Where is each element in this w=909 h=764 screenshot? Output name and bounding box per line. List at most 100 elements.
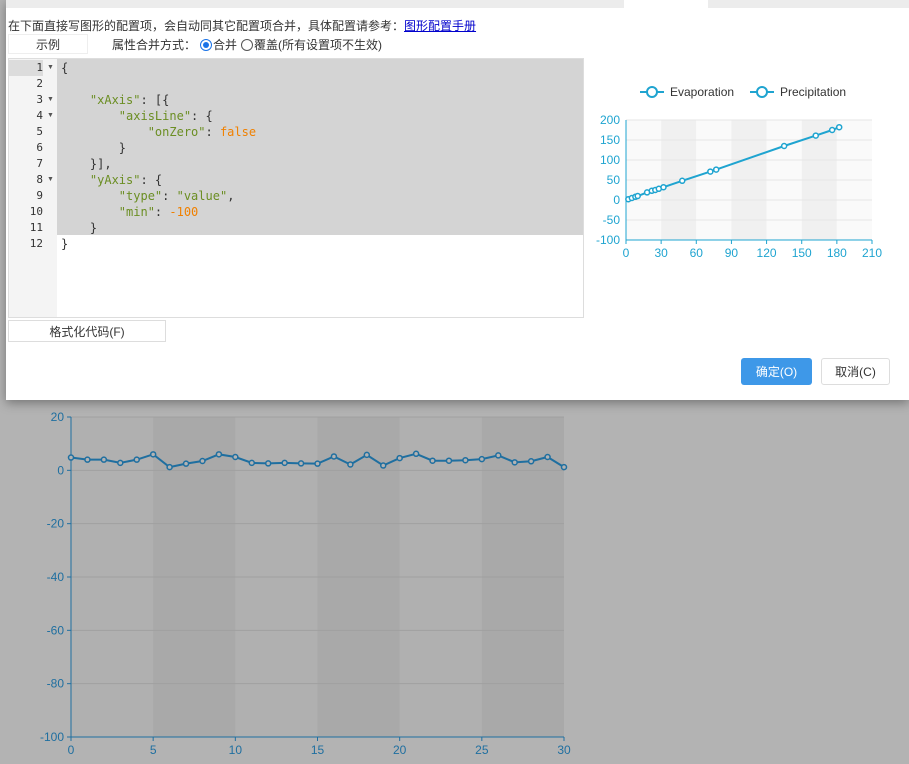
data-point bbox=[149, 451, 157, 458]
data-point bbox=[511, 459, 518, 466]
code-token: -100 bbox=[169, 205, 199, 219]
code-token: : { bbox=[140, 173, 163, 187]
data-point bbox=[445, 457, 453, 464]
data-point bbox=[544, 453, 551, 461]
x-tick-label: 0 bbox=[623, 246, 630, 260]
x-tick-label: 30 bbox=[557, 743, 571, 757]
chart-config-dialog: 在下面直接写图形的配置项，会自动同其它配置项合并，具体配置请参考：图形配置手册 … bbox=[6, 0, 909, 400]
override-radio-label[interactable]: 覆盖(所有设置项不生效) bbox=[254, 36, 382, 53]
x-tick-label: 20 bbox=[393, 743, 407, 757]
x-tick-label: 150 bbox=[792, 246, 812, 260]
merge-mode-row: 属性合并方式： 合并 覆盖(所有设置项不生效) bbox=[112, 36, 382, 53]
merge-radio[interactable] bbox=[200, 38, 213, 51]
manual-link[interactable]: 图形配置手册 bbox=[404, 19, 476, 33]
line-number: 12 bbox=[29, 237, 43, 250]
line-number: 8 bbox=[36, 173, 43, 186]
legend-label: Evaporation bbox=[670, 85, 734, 99]
line-number: 11 bbox=[29, 221, 43, 234]
fold-arrow-icon[interactable]: ▼ bbox=[47, 108, 54, 124]
line-number: 7 bbox=[36, 157, 43, 170]
x-tick-label: 30 bbox=[654, 246, 668, 260]
y-tick-label: -100 bbox=[40, 730, 64, 744]
cancel-button[interactable]: 取消(C) bbox=[821, 358, 890, 385]
y-tick-label: 100 bbox=[600, 153, 620, 167]
line-number: 1 bbox=[9, 60, 43, 76]
legend-marker bbox=[646, 86, 658, 98]
code-token: false bbox=[219, 125, 257, 139]
background-line-chart: 20 0 -20 -40 -60 -80 -100 0 5 10 15 20 25 30 bbox=[40, 410, 571, 757]
ok-button[interactable]: 确定(O) bbox=[741, 358, 812, 385]
x-tick-label: 60 bbox=[690, 246, 704, 260]
data-point bbox=[281, 459, 288, 467]
code-token: "value" bbox=[176, 189, 228, 203]
data-point bbox=[297, 460, 305, 467]
data-point bbox=[634, 192, 641, 200]
code-line: } bbox=[61, 220, 97, 236]
x-tick-label: 0 bbox=[68, 743, 75, 757]
data-point bbox=[133, 456, 140, 463]
x-tick-label: 25 bbox=[475, 743, 489, 757]
code-token: : bbox=[162, 189, 177, 203]
code-line: } bbox=[61, 140, 126, 156]
y-tick-label: 20 bbox=[51, 410, 65, 424]
y-tick-label: -40 bbox=[47, 570, 65, 584]
data-point bbox=[396, 454, 403, 462]
data-point bbox=[707, 168, 714, 175]
code-token: , bbox=[227, 189, 235, 203]
data-point bbox=[248, 459, 256, 467]
fold-arrow-icon[interactable]: ▼ bbox=[47, 60, 54, 76]
data-point bbox=[812, 132, 820, 139]
x-tick-label: 120 bbox=[757, 246, 777, 260]
dialog-header-strip bbox=[6, 0, 624, 8]
y-tick-label: -100 bbox=[596, 233, 620, 247]
y-tick-label: 200 bbox=[600, 113, 620, 127]
code-token: { bbox=[61, 61, 69, 75]
merge-radio-label[interactable]: 合并 bbox=[213, 36, 237, 53]
instruction-label: 在下面直接写图形的配置项，会自动同其它配置项合并，具体配置请参考： bbox=[8, 19, 405, 33]
code-token: "xAxis" bbox=[89, 93, 141, 107]
example-button[interactable]: 示例 bbox=[8, 34, 88, 54]
code-token: } bbox=[61, 141, 127, 155]
code-token: } bbox=[61, 221, 98, 235]
code-token: "axisLine" bbox=[118, 109, 192, 123]
code-line: "min": -100 bbox=[61, 204, 198, 220]
line-number: 6 bbox=[36, 141, 43, 154]
code-token: : bbox=[205, 125, 220, 139]
data-point bbox=[67, 454, 75, 461]
legend-marker bbox=[756, 86, 768, 98]
y-tick-label: 50 bbox=[607, 173, 621, 187]
code-token: : { bbox=[191, 109, 213, 123]
code-line: "xAxis": [{ bbox=[61, 92, 169, 108]
code-line: { bbox=[61, 60, 68, 76]
data-point bbox=[166, 463, 173, 471]
y-tick-label: -20 bbox=[47, 517, 65, 531]
format-code-button[interactable]: 格式化代码(F) bbox=[8, 320, 166, 342]
x-tick-label: 90 bbox=[725, 246, 739, 260]
data-point bbox=[835, 123, 843, 131]
y-tick-label: -50 bbox=[603, 213, 621, 227]
override-radio[interactable] bbox=[241, 38, 254, 51]
data-point bbox=[100, 456, 108, 463]
data-point bbox=[527, 458, 535, 465]
data-point bbox=[314, 460, 321, 467]
code-line: }], bbox=[61, 156, 112, 172]
code-line: "yAxis": { bbox=[61, 172, 162, 188]
code-token: } bbox=[61, 237, 69, 251]
data-point bbox=[232, 453, 239, 461]
fold-arrow-icon[interactable]: ▼ bbox=[47, 172, 54, 188]
line-number: 2 bbox=[36, 77, 43, 90]
data-point bbox=[199, 457, 206, 465]
data-point bbox=[363, 451, 371, 459]
y-tick-label: -60 bbox=[47, 623, 65, 637]
fold-arrow-icon[interactable]: ▼ bbox=[47, 92, 54, 108]
data-point bbox=[347, 461, 354, 468]
data-point bbox=[478, 455, 486, 463]
legend-label: Precipitation bbox=[780, 85, 846, 99]
code-editor[interactable]: 1 ▼{2 3 ▼ "xAxis": [{4 ▼ "axisLine": {5 "onZ… bbox=[8, 58, 584, 318]
data-point bbox=[495, 452, 502, 459]
code-line: "type": "value", bbox=[61, 188, 235, 204]
